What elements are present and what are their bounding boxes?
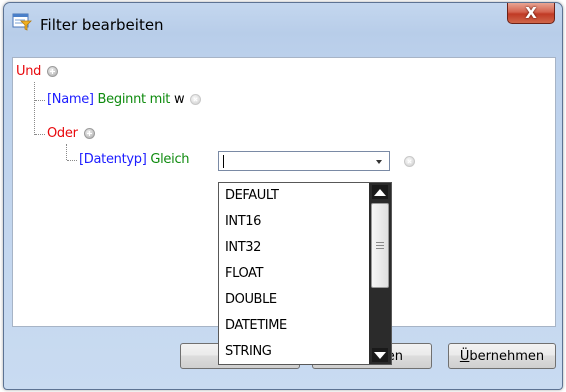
tree-connector: [35, 100, 45, 101]
window-title: Filter bearbeiten: [40, 16, 164, 34]
grip-line: [376, 245, 384, 246]
list-item[interactable]: INT32: [225, 240, 261, 255]
tree-connector: [34, 82, 35, 135]
datatype-value-combobox[interactable]: [218, 151, 390, 171]
datatype-dropdown-list[interactable]: DEFAULT INT16 INT32 FLOAT DOUBLE DATETIM…: [218, 182, 392, 365]
arrow-down-icon: [374, 351, 386, 359]
list-item[interactable]: DOUBLE: [225, 292, 277, 307]
close-button[interactable]: X: [507, 3, 555, 24]
chevron-down-icon[interactable]: [376, 160, 382, 164]
datatype-field[interactable]: [Datentyp]: [79, 152, 147, 167]
name-field[interactable]: [Name]: [47, 92, 94, 107]
list-item[interactable]: DEFAULT: [225, 188, 279, 203]
tree-connector: [66, 144, 67, 160]
datatype-condition[interactable]: [Datentyp] Gleich: [79, 152, 190, 167]
text-caret: [223, 155, 224, 168]
remove-condition-icon[interactable]: [190, 94, 202, 105]
arrow-up-icon: [374, 188, 386, 196]
or-label[interactable]: Oder: [47, 126, 78, 141]
list-item[interactable]: INT16: [225, 214, 261, 229]
scroll-down-button[interactable]: [372, 348, 388, 362]
remove-condition-icon[interactable]: [404, 156, 415, 167]
filter-dialog: Filter bearbeiten X Und [Name] Beginnt m…: [3, 2, 563, 390]
apply-button-label: Übernehmen: [459, 348, 545, 364]
add-condition-icon[interactable]: [83, 128, 95, 139]
grip-line: [376, 248, 384, 249]
title-bar: Filter bearbeiten X: [4, 3, 562, 34]
apply-button[interactable]: Übernehmen: [448, 343, 556, 369]
datatype-operator[interactable]: Gleich: [150, 152, 189, 167]
name-value[interactable]: w: [174, 92, 185, 107]
tree-connector: [35, 134, 45, 135]
list-item[interactable]: DATETIME: [225, 318, 287, 333]
scrollbar-thumb[interactable]: [371, 203, 389, 288]
or-node[interactable]: Oder: [47, 126, 95, 141]
list-item[interactable]: FLOAT: [225, 266, 263, 281]
add-condition-icon[interactable]: [47, 66, 59, 77]
tree-connector: [67, 160, 77, 161]
grip-line: [376, 242, 384, 243]
filter-list-icon: [12, 13, 32, 31]
dropdown-scrollbar[interactable]: [369, 183, 391, 364]
name-condition[interactable]: [Name] Beginnt mit w: [47, 92, 202, 107]
name-operator[interactable]: Beginnt mit: [98, 92, 171, 107]
list-item[interactable]: STRING: [225, 344, 272, 359]
and-label[interactable]: Und: [16, 64, 41, 79]
and-node[interactable]: Und: [16, 64, 59, 79]
scroll-up-button[interactable]: [372, 185, 388, 199]
close-icon: X: [525, 4, 537, 22]
